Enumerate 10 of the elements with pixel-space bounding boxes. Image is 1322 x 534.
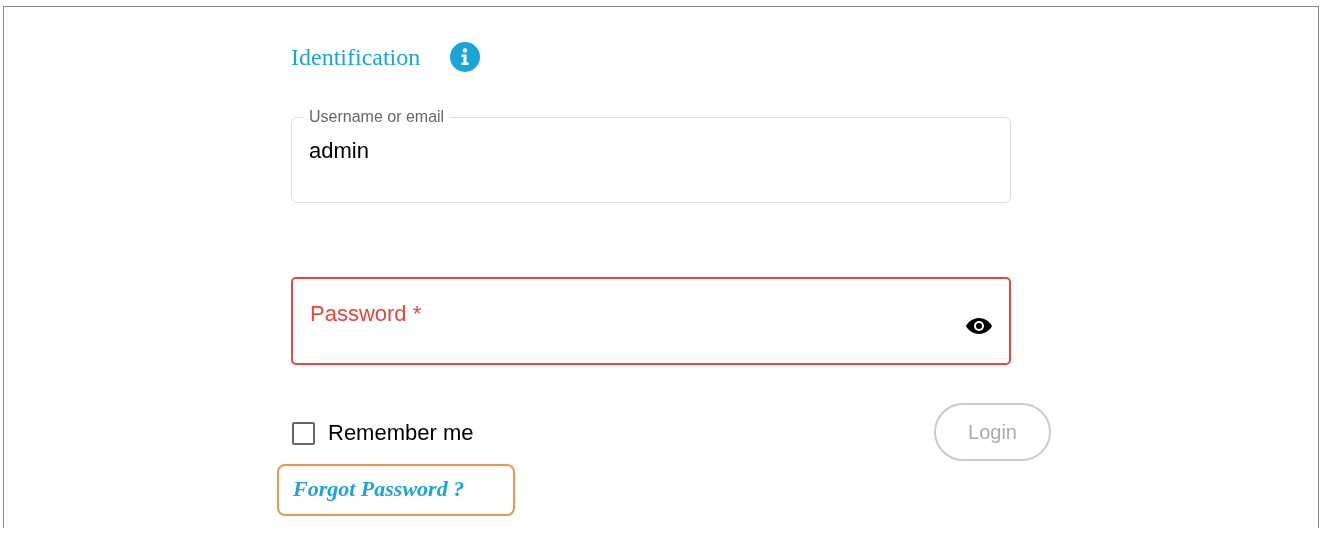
forgot-password-link[interactable]: Forgot Password ? [277, 464, 515, 516]
checkbox-label[interactable]: Remember me [328, 420, 474, 446]
checkbox[interactable] [292, 421, 315, 445]
field-label: Password * [310, 301, 422, 327]
info-icon[interactable] [450, 42, 481, 72]
username-field[interactable]: Username or email admin [291, 108, 1011, 203]
eye-icon[interactable] [965, 317, 993, 335]
password-field[interactable]: Password * [291, 277, 1011, 365]
field-label: Username or email [308, 108, 446, 126]
section-heading: Identification [291, 43, 421, 71]
